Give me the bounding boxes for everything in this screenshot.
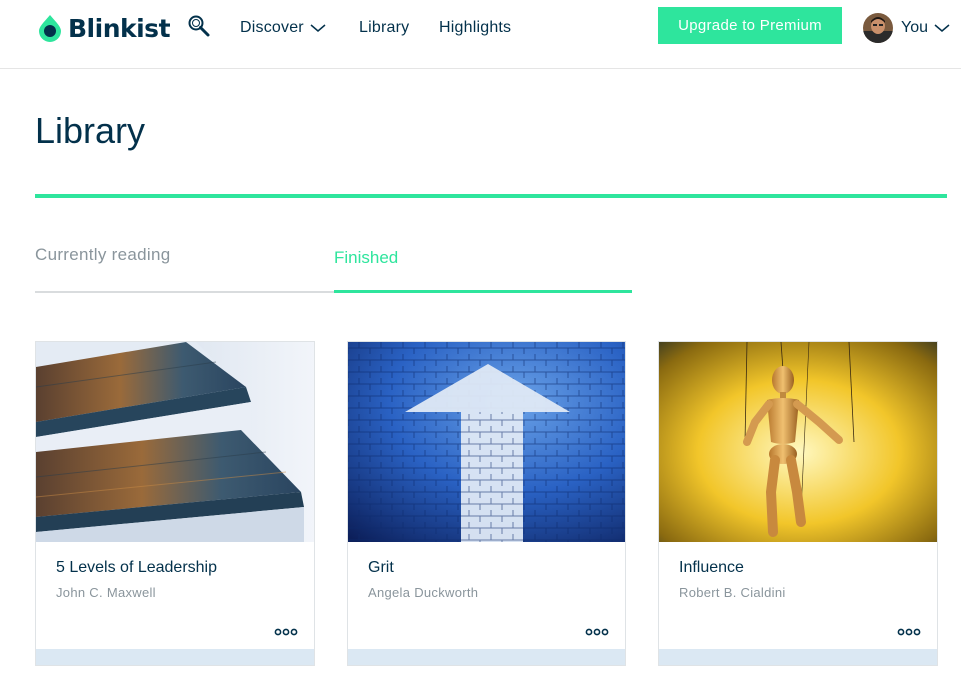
reading-progress-bar bbox=[36, 649, 314, 665]
book-cover bbox=[36, 342, 314, 542]
user-menu[interactable]: You bbox=[863, 13, 950, 43]
more-options-icon[interactable] bbox=[274, 627, 298, 637]
nav-discover[interactable]: Discover bbox=[240, 19, 326, 37]
book-author: Robert B. Cialdini bbox=[679, 585, 786, 600]
stairs-image bbox=[36, 342, 314, 542]
book-card[interactable]: Grit Angela Duckworth bbox=[347, 341, 626, 666]
book-card[interactable]: Influence Robert B. Cialdini bbox=[658, 341, 938, 666]
chevron-down-icon bbox=[310, 24, 326, 32]
blinkist-logo-icon bbox=[39, 15, 61, 42]
book-card[interactable]: 5 Levels of Leadership John C. Maxwell bbox=[35, 341, 315, 666]
nav-library[interactable]: Library bbox=[359, 19, 409, 37]
more-options-icon[interactable] bbox=[585, 627, 609, 637]
tab-active-indicator bbox=[334, 290, 632, 293]
search-icon[interactable] bbox=[187, 14, 211, 38]
book-title: Grit bbox=[368, 559, 394, 576]
nav-highlights[interactable]: Highlights bbox=[439, 19, 511, 37]
book-cover bbox=[659, 342, 937, 542]
page-title: Library bbox=[35, 110, 146, 151]
logo-text: Blinkist bbox=[68, 13, 171, 43]
book-title: Influence bbox=[679, 559, 744, 576]
arrow-up-image bbox=[348, 342, 625, 542]
nav-highlights-label: Highlights bbox=[439, 19, 512, 36]
user-label: You bbox=[901, 19, 928, 36]
book-author: John C. Maxwell bbox=[56, 585, 156, 600]
puppet-image bbox=[659, 342, 937, 542]
reading-progress-bar bbox=[659, 649, 937, 665]
chevron-down-icon bbox=[934, 24, 950, 32]
reading-progress-bar bbox=[348, 649, 625, 665]
tab-underline bbox=[35, 291, 335, 293]
blinkist-logo[interactable]: Blinkist bbox=[35, 13, 171, 43]
upgrade-to-premium-button[interactable]: Upgrade to Premium bbox=[658, 7, 842, 44]
avatar bbox=[863, 13, 893, 43]
more-options-icon[interactable] bbox=[897, 627, 921, 637]
tab-finished[interactable]: Finished bbox=[334, 248, 398, 268]
book-title: 5 Levels of Leadership bbox=[56, 559, 217, 576]
nav-discover-label: Discover bbox=[240, 19, 304, 36]
top-navigation-bar: Blinkist Discover Library Highlights Upg… bbox=[0, 0, 961, 69]
title-divider bbox=[35, 194, 947, 198]
nav-library-label: Library bbox=[359, 19, 410, 36]
tab-currently-reading[interactable]: Currently reading bbox=[35, 245, 171, 265]
book-cover bbox=[348, 342, 625, 542]
book-author: Angela Duckworth bbox=[368, 585, 479, 600]
